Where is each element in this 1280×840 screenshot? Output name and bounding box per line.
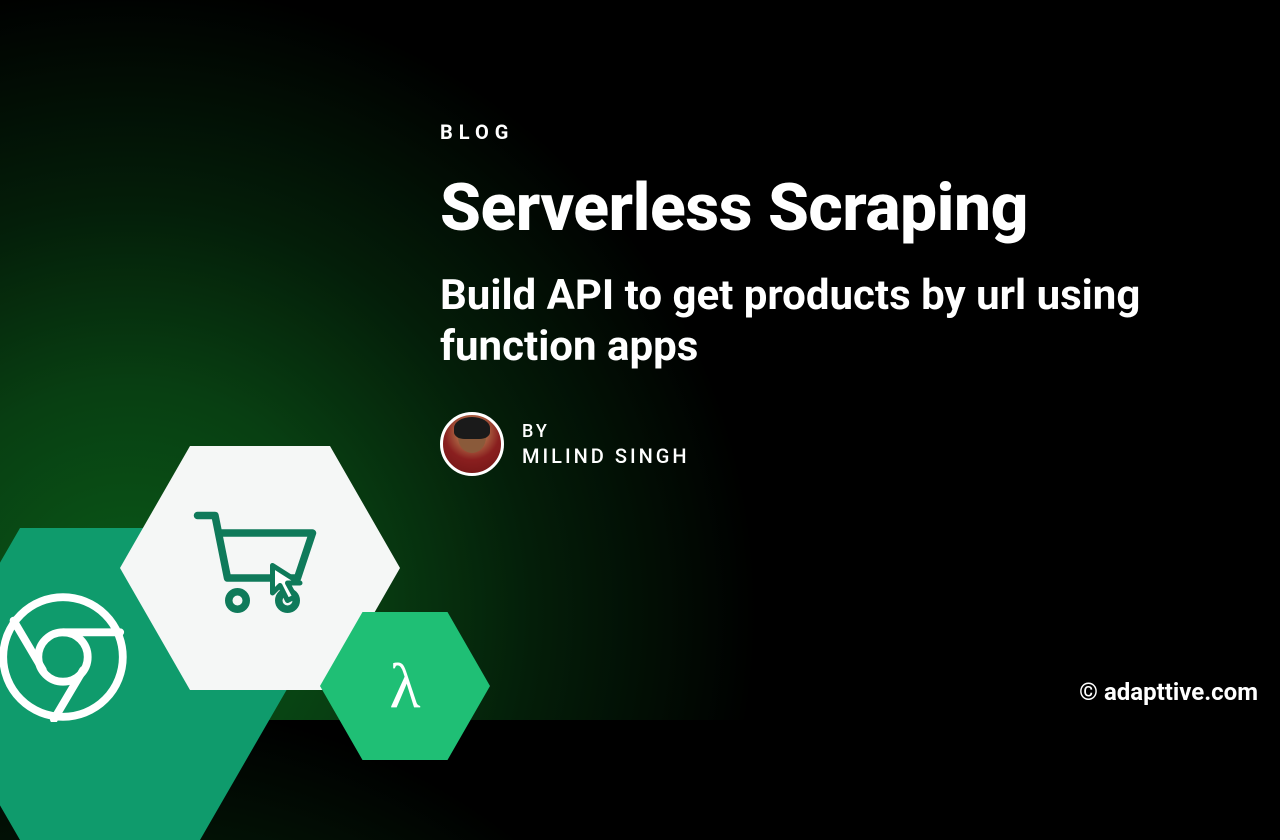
page-subtitle: Build API to get products by url using f…	[440, 271, 1240, 372]
lambda-icon: λ	[389, 649, 420, 723]
author-avatar	[440, 412, 504, 476]
byline: BY MILIND SINGH	[440, 412, 1240, 476]
shopping-cart-icon	[185, 493, 335, 643]
content-block: BLOG Serverless Scraping Build API to ge…	[440, 120, 1240, 476]
chrome-icon	[0, 592, 128, 722]
kicker: BLOG	[440, 120, 1240, 144]
byline-label: BY	[522, 421, 690, 442]
copyright: © adapttive.com	[1079, 678, 1258, 706]
page-title: Serverless Scraping	[440, 174, 1240, 243]
byline-author: MILIND SINGH	[522, 444, 690, 468]
